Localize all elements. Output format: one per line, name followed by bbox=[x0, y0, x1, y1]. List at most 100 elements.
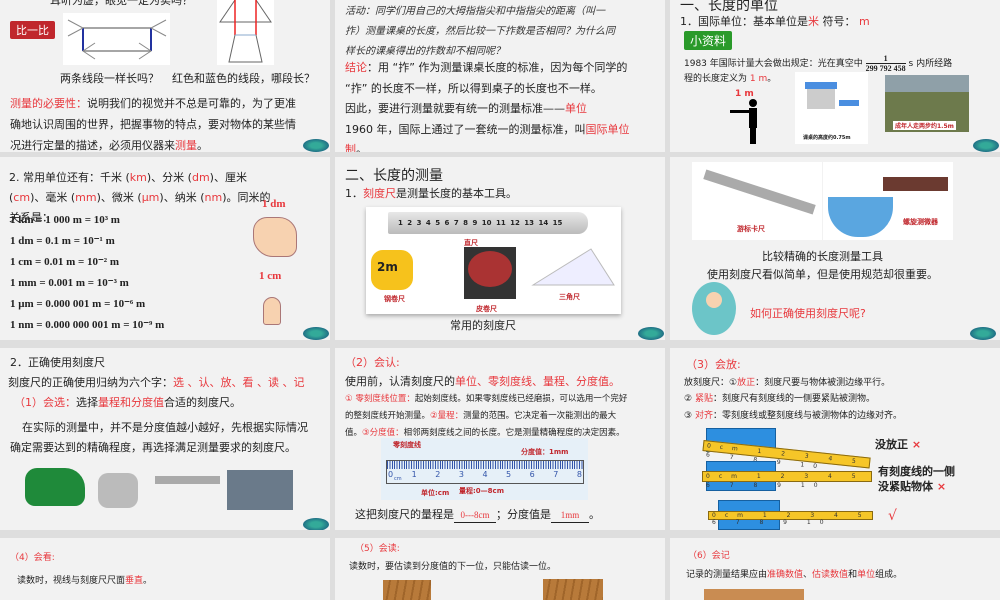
highlight-text: ① 零刻度线位置： bbox=[345, 394, 415, 404]
unit-mark: cm bbox=[394, 476, 402, 482]
text-segment: 符号： bbox=[819, 15, 859, 28]
logo-icon bbox=[970, 327, 996, 340]
recognize-details: ① 零刻度线位置：起始刻度线。如果零刻度线已经磨损，可以选用一个完好 的整刻度线开… bbox=[345, 391, 627, 442]
section-title: 二、长度的测量 bbox=[345, 168, 443, 184]
desk-photo: 课桌的高度约0.75m bbox=[795, 72, 868, 144]
text-segment: 2. 常用单位还有：千米 ( bbox=[9, 171, 130, 184]
compare-badge: 比一比 bbox=[10, 21, 55, 39]
place-rule-1: 放刻度尺：①放正：刻度尺要与物体被测边缘平行。 bbox=[684, 377, 890, 389]
tape-measure: 2m bbox=[371, 250, 413, 290]
division-answer: 1mm bbox=[551, 508, 589, 523]
record-rule: 记录的测量结果应由准确数值、估读数值和单位组成。 bbox=[686, 569, 902, 581]
conversion-nm: 1 nm = 0.000 000 001 m = 10⁻⁹ m bbox=[10, 319, 165, 331]
text-segment: 是测量长度的基本工具。 bbox=[396, 187, 517, 200]
logo-icon bbox=[303, 327, 329, 340]
check-icon: √ bbox=[888, 508, 897, 524]
ruler-scale: 0 1 2 3 4 5 6 7 8 cm bbox=[386, 460, 584, 484]
answer-mid: ；分度值是 bbox=[496, 508, 551, 521]
text-segment: 合适的刻度尺。 bbox=[164, 396, 241, 409]
highlight-text: 1 m bbox=[749, 74, 768, 84]
text-segment: 、 bbox=[803, 570, 813, 580]
definition-text: 1983 年国际计量大会做出规定：光在真空中 bbox=[684, 59, 863, 69]
paragraph-line: 况进行定量的描述，必须用仪器来测量。 bbox=[10, 135, 296, 152]
text-segment: 。 bbox=[143, 576, 153, 586]
highlight-text: 刻度尺 bbox=[363, 187, 396, 200]
muller-lyer-figure bbox=[63, 13, 170, 65]
highlight-text: 国际单位 bbox=[585, 122, 630, 136]
text-segment: ：刻度尺有刻度线的一侧要紧贴被测物。 bbox=[712, 394, 875, 404]
text-segment: ③ bbox=[684, 411, 695, 421]
text-segment: 组成。 bbox=[875, 570, 903, 580]
conversion-cm: 1 cm = 0.01 m = 10⁻² m bbox=[10, 256, 120, 268]
text-segment: )、纳米 ( bbox=[159, 191, 205, 204]
caliper-image bbox=[155, 476, 220, 484]
walk-caption: 成年人走两步约1.5m bbox=[893, 121, 956, 130]
text-segment: 。 bbox=[197, 139, 208, 152]
tick-label: 8 bbox=[576, 470, 582, 479]
logo-icon bbox=[638, 327, 664, 340]
highlight-text: μm bbox=[141, 191, 160, 204]
highlight-text: 紧贴 bbox=[694, 394, 713, 404]
place-rule-2: ② 紧贴：刻度尺有刻度线的一侧要紧贴被测物。 bbox=[684, 393, 875, 405]
step-title: （4）会看: bbox=[10, 553, 55, 563]
logo-icon bbox=[303, 518, 329, 530]
step-title: （6）会记 bbox=[688, 551, 730, 561]
slide-length-units: 一、长度的单位 1．国际单位：基本单位是米 符号： m 小资料 1983 年国际… bbox=[670, 0, 1000, 152]
trapezoid-figure bbox=[217, 0, 274, 65]
text-segment: 记录的测量结果应由 bbox=[686, 570, 768, 580]
activity-text: 活动：同学们用自己的大拇指指尖和中指指尖的距离（叫一 拃）测量课桌的长度，然后比… bbox=[345, 2, 615, 62]
caliper-label: 游标卡尺 bbox=[737, 225, 765, 233]
text-segment: 1960 年，国际上通过了一套统一的测量标准，叫 bbox=[345, 122, 586, 136]
wrong-label: 没紧贴物体 bbox=[878, 480, 933, 493]
highlight-text: 垂直 bbox=[125, 576, 144, 586]
highlight-text: 对齐 bbox=[694, 411, 713, 421]
text-segment: 因此，要进行测量就要有统一的测量标准—— bbox=[345, 102, 565, 115]
section-title: 一、长度的单位 bbox=[680, 0, 778, 14]
highlight-text: 测量 bbox=[175, 139, 197, 152]
text-segment: 测量的范围。它决定着一次能测出的最大 bbox=[463, 411, 617, 421]
text-segment: 值。 bbox=[345, 428, 363, 438]
person-silhouette bbox=[730, 98, 760, 144]
desk-caption: 课桌的高度约0.75m bbox=[803, 135, 851, 141]
conversion-mm: 1 mm = 0.001 m = 10⁻³ m bbox=[10, 277, 129, 289]
highlight-text: 米 bbox=[808, 15, 819, 28]
highlight-text: 放正 bbox=[737, 378, 756, 388]
highlight-text: ③分度值： bbox=[362, 428, 404, 438]
paragraph-line: “拃” 的长度不一样，所以得到桌子的长度也不一样。 bbox=[345, 79, 630, 100]
step-title: （3）会放: bbox=[686, 358, 741, 371]
meter-definition: 1983 年国际计量大会做出规定：光在真空中 1 299 792 458 s 内所… bbox=[684, 54, 952, 73]
wrong-not-straight: 没放正 × bbox=[875, 438, 921, 452]
meter-definition-2: 程的长度定义为 1 m。 bbox=[684, 73, 776, 85]
text-segment: 。 bbox=[356, 143, 367, 152]
micrometer-image: 螺旋测微器 bbox=[823, 162, 953, 240]
vernier-caliper-image: 游标卡尺 bbox=[692, 162, 822, 240]
text-segment: )、微米 ( bbox=[96, 191, 142, 204]
logo-icon bbox=[303, 139, 329, 152]
ruler-intro: 1．刻度尺是测量长度的基本工具。 bbox=[345, 187, 517, 201]
cm-label: 1 cm bbox=[259, 270, 282, 282]
highlight-text: 估读数值 bbox=[812, 570, 849, 580]
text-segment: 相邻两刻度线之间的长度。它是测量精确程度的决定因素。 bbox=[403, 428, 625, 438]
paragraph-line: 结论：用 “拃” 作为测量课桌长度的标准，因为每个同学的 bbox=[345, 58, 630, 79]
wrong-not-flush-2: 没紧贴物体 × bbox=[878, 480, 946, 494]
tape-measure-image bbox=[98, 473, 138, 508]
place-rule-3: ③ 对齐：零刻度线或整刻度线与被测物体的边缘对齐。 bbox=[684, 410, 902, 422]
rulers-image: 1 2 3 4 5 6 7 8 9 10 11 12 13 14 15 直尺 2… bbox=[366, 207, 621, 314]
paragraph-line: ① 零刻度线位置：起始刻度线。如果零刻度线已经磨损，可以选用一个完好 bbox=[345, 391, 627, 408]
select-step: （1）会选：选择量程和分度值合适的刻度尺。 bbox=[14, 396, 241, 410]
slide-span-activity: 活动：同学们用自己的大拇指指尖和中指指尖的距离（叫一 拃）测量课桌的长度，然后比… bbox=[335, 0, 665, 152]
tape-reel-image bbox=[25, 468, 85, 506]
highlight-text: 量程和分度值 bbox=[98, 396, 164, 409]
text-segment: ：刻度尺要与物体被测边缘平行。 bbox=[755, 378, 891, 388]
slide-precise-tools: 游标卡尺 螺旋测微器 比较精确的长度测量工具 使用刻度尺看似简单，但是使用规范却… bbox=[670, 157, 1000, 340]
highlight-text: km bbox=[129, 171, 147, 184]
wood-block-image bbox=[383, 580, 431, 600]
slide-place: （3）会放: 放刻度尺：①放正：刻度尺要与物体被测边缘平行。 ② 紧贴：刻度尺有… bbox=[670, 348, 1000, 530]
fraction: 1 299 792 458 bbox=[865, 54, 906, 73]
paragraph-line: 因此，要进行测量就要有统一的测量标准——单位 bbox=[345, 99, 630, 120]
micrometer-image bbox=[227, 470, 293, 510]
tick-label: 4 bbox=[482, 470, 488, 479]
slide-look: （4）会看: 读数时，视线与刻度尺尺面垂直。 bbox=[0, 538, 330, 600]
text-segment: 读数时，视线与刻度尺尺面 bbox=[17, 576, 126, 586]
slide-measuring-tools: 二、长度的测量 1．刻度尺是测量长度的基本工具。 1 2 3 4 5 6 7 8… bbox=[335, 157, 665, 340]
